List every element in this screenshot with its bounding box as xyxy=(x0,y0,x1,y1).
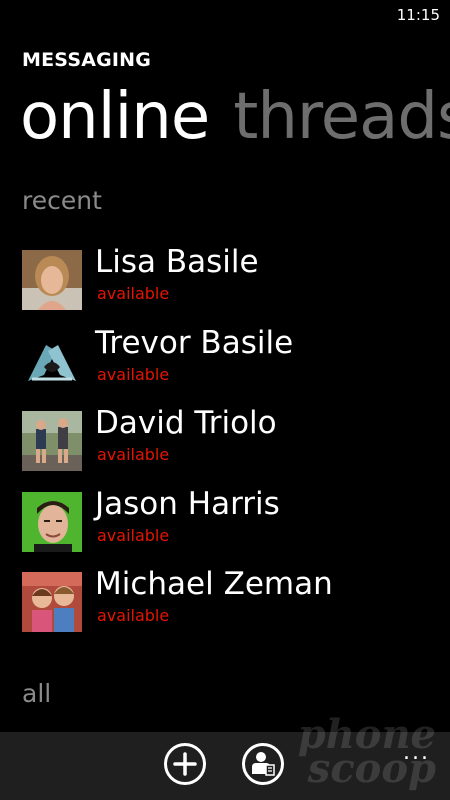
pivot-header: online threads xyxy=(20,78,450,156)
contact-row-michael-zeman[interactable]: Michael Zeman available xyxy=(22,566,450,651)
contact-name: Jason Harris xyxy=(95,485,280,522)
contact-row-david-triolo[interactable]: David Triolo available xyxy=(22,405,450,490)
app-title: MESSAGING xyxy=(22,49,152,71)
contact-row-jason-harris[interactable]: Jason Harris available xyxy=(22,486,450,571)
more-options-button[interactable]: ... xyxy=(403,740,430,765)
contact-row-lisa-basile[interactable]: Lisa Basile available xyxy=(22,244,450,329)
avatar-lisa-basile xyxy=(22,250,82,310)
contact-name: Lisa Basile xyxy=(95,244,259,280)
pivot-tab-threads[interactable]: threads xyxy=(233,80,450,154)
avatar-trevor-basile xyxy=(22,330,82,391)
section-header-recent: recent xyxy=(22,186,102,215)
add-button[interactable] xyxy=(164,743,206,785)
add-icon xyxy=(173,752,197,776)
pivot-tab-online[interactable]: online xyxy=(20,80,210,154)
contact-status: available xyxy=(97,606,170,625)
app-bar: ... xyxy=(0,732,450,800)
section-header-all[interactable]: all xyxy=(22,679,51,708)
contact-name: Trevor Basile xyxy=(95,324,294,361)
avatar-michael-zeman xyxy=(22,572,82,632)
contact-name: David Triolo xyxy=(95,405,277,441)
contact-status: available xyxy=(97,445,170,464)
avatar-david-triolo xyxy=(22,411,82,471)
contact-icon xyxy=(252,752,275,776)
contact-button[interactable] xyxy=(242,743,284,785)
contact-list: Lisa Basile available Trevor Basile avai… xyxy=(22,244,450,651)
contact-status: available xyxy=(97,364,170,384)
contact-name: Michael Zeman xyxy=(95,566,333,602)
status-time: 11:15 xyxy=(396,6,440,24)
contact-status: available xyxy=(97,525,170,545)
contact-row-trevor-basile[interactable]: Trevor Basile available xyxy=(22,325,450,410)
avatar-jason-harris xyxy=(22,491,82,552)
contact-status: available xyxy=(97,284,170,303)
